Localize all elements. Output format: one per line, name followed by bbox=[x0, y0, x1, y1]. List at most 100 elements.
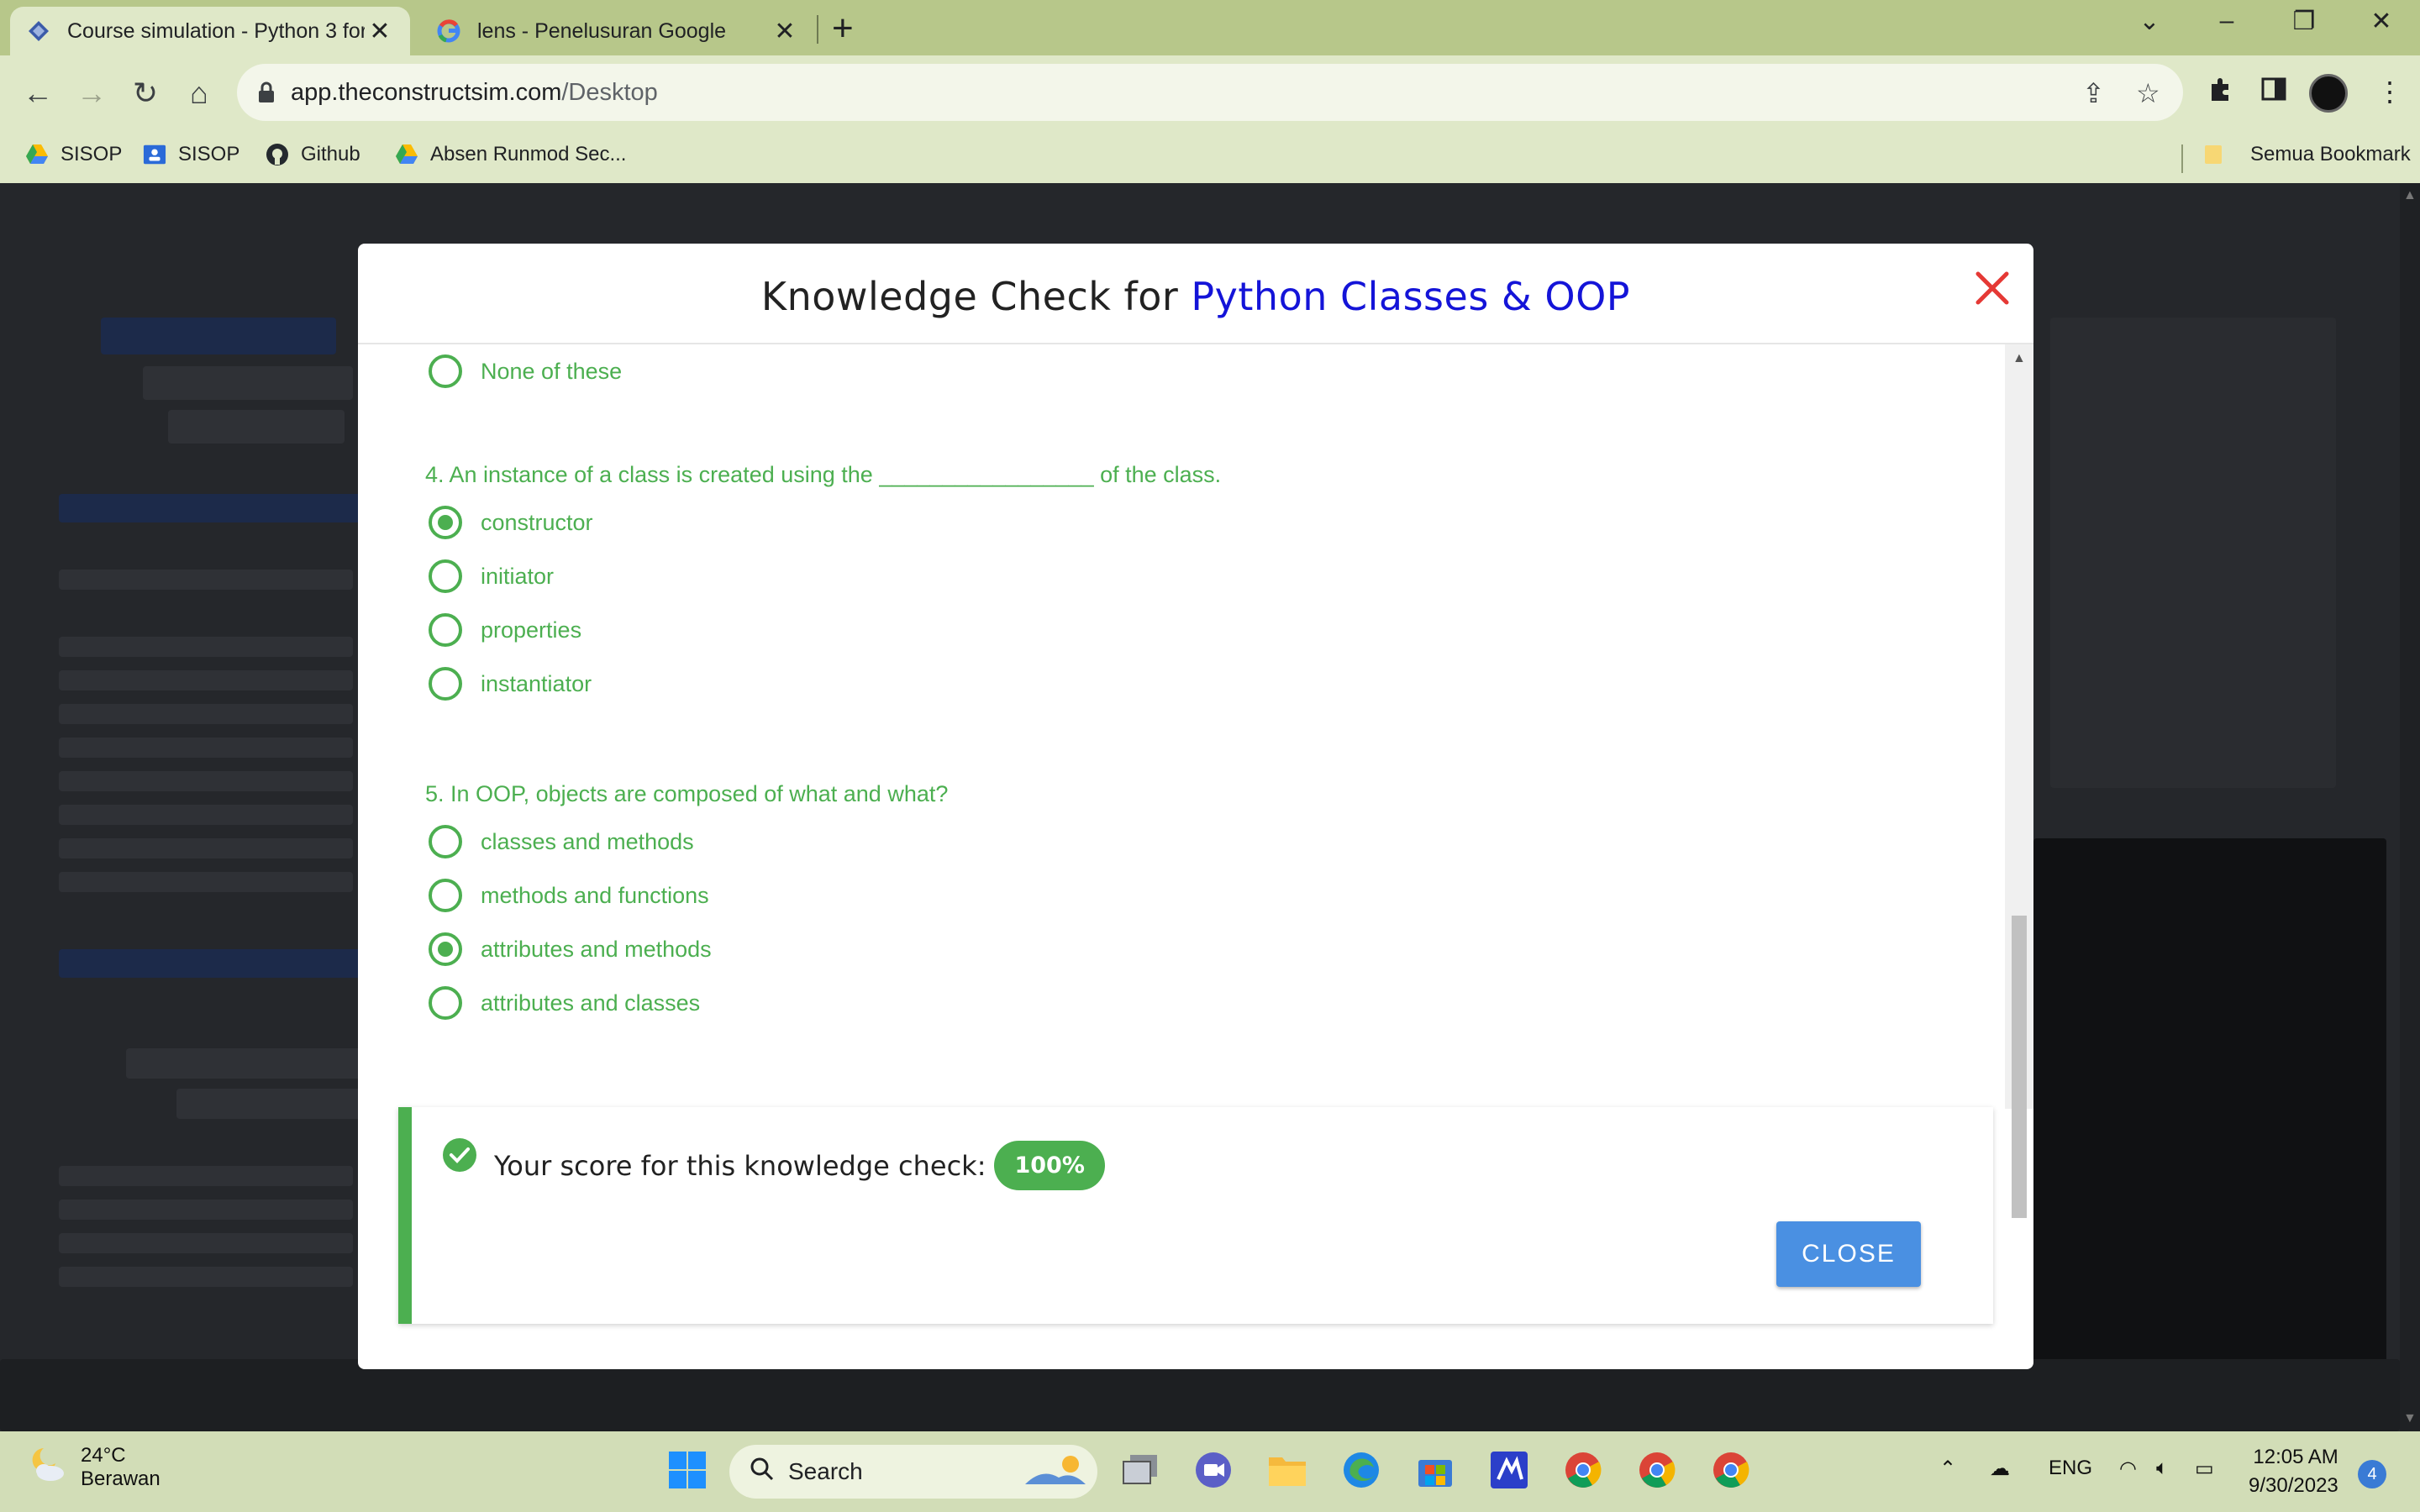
page-scrollbar[interactable]: ▲ ▼ bbox=[2400, 183, 2420, 1431]
file-explorer-icon[interactable] bbox=[1264, 1446, 1311, 1494]
chrome-profile-1-icon[interactable] bbox=[1707, 1446, 1754, 1494]
question-4-text: 4. An instance of a class is created usi… bbox=[425, 462, 1222, 487]
backdrop-block bbox=[126, 1048, 361, 1079]
close-tab-icon[interactable]: ✕ bbox=[365, 17, 395, 46]
scroll-down-icon[interactable]: ▼ bbox=[2403, 1411, 2417, 1426]
option-label: attributes and classes bbox=[481, 990, 701, 1016]
tab-search-icon[interactable]: ⌄ bbox=[2124, 7, 2175, 36]
teams-meet-icon[interactable] bbox=[1190, 1446, 1237, 1494]
forward-icon[interactable]: → bbox=[71, 72, 113, 114]
vscode-like-icon[interactable] bbox=[1486, 1446, 1533, 1494]
backdrop-block bbox=[59, 1200, 353, 1220]
tab-title: lens - Penelusuran Google bbox=[477, 18, 727, 43]
chrome-icon[interactable] bbox=[1560, 1446, 1607, 1494]
microsoft-store-icon[interactable] bbox=[1412, 1446, 1459, 1494]
taskbar-search[interactable]: Search bbox=[729, 1445, 1097, 1499]
side-panel-icon[interactable] bbox=[2260, 76, 2287, 109]
answer-option[interactable]: initiator bbox=[429, 559, 554, 593]
home-icon[interactable]: ⌂ bbox=[178, 72, 220, 114]
tab-google-lens[interactable]: lens - Penelusuran Google ✕ bbox=[420, 7, 815, 55]
radio-button[interactable] bbox=[429, 986, 462, 1020]
backdrop-block bbox=[59, 1267, 353, 1287]
bookmark-sisop-1[interactable]: SISOP bbox=[25, 143, 122, 166]
address-bar[interactable]: app.theconstructsim.com/Desktop ⇪ ☆ bbox=[237, 64, 2183, 121]
radio-button-selected[interactable] bbox=[429, 506, 462, 539]
search-icon bbox=[750, 1457, 775, 1488]
backdrop-block bbox=[59, 494, 361, 522]
radio-button[interactable] bbox=[429, 613, 462, 647]
bookmark-absen-runmod[interactable]: Absen Runmod Sec... bbox=[395, 143, 626, 166]
weather-widget[interactable]: 24°C Berawan bbox=[25, 1443, 160, 1491]
chevron-up-icon[interactable]: ⌃ bbox=[1939, 1457, 1956, 1481]
all-bookmarks[interactable]: Semua Bookmark bbox=[2202, 143, 2411, 166]
score-result-card: Your score for this knowledge check: 100… bbox=[398, 1107, 1993, 1324]
answer-option[interactable]: constructor bbox=[429, 506, 593, 539]
answer-option[interactable]: attributes and classes bbox=[429, 986, 700, 1020]
chrome-profile-p-icon[interactable] bbox=[1634, 1446, 1681, 1494]
questions-scroll-area[interactable]: None of these 4. An instance of a class … bbox=[358, 344, 2005, 1109]
new-tab-icon[interactable]: + bbox=[832, 10, 854, 47]
wifi-icon[interactable]: ◠ bbox=[2119, 1457, 2137, 1481]
answer-option[interactable]: classes and methods bbox=[429, 825, 694, 858]
restore-icon[interactable]: ❐ bbox=[2279, 7, 2329, 36]
bookmark-label: SISOP bbox=[60, 143, 123, 165]
radio-button[interactable] bbox=[429, 879, 462, 912]
back-icon[interactable]: ← bbox=[17, 72, 59, 114]
backdrop-block bbox=[59, 570, 353, 590]
lock-icon[interactable] bbox=[257, 81, 276, 108]
windows-start-icon[interactable] bbox=[664, 1446, 711, 1494]
answer-option[interactable]: attributes and methods bbox=[429, 932, 712, 966]
backdrop-block bbox=[59, 738, 353, 758]
radio-button[interactable] bbox=[429, 825, 462, 858]
bookmark-star-icon[interactable]: ☆ bbox=[2136, 77, 2160, 109]
notification-badge[interactable]: 4 bbox=[2358, 1460, 2386, 1488]
bookmark-label: Github bbox=[301, 143, 360, 165]
close-window-icon[interactable]: ✕ bbox=[2356, 7, 2407, 36]
battery-icon[interactable]: ▭ bbox=[2195, 1457, 2214, 1481]
answer-option[interactable]: None of these bbox=[429, 354, 622, 388]
google-icon bbox=[435, 18, 462, 45]
url-host: app.theconstructsim.com bbox=[291, 79, 562, 106]
radio-button[interactable] bbox=[429, 354, 462, 388]
close-tab-icon[interactable]: ✕ bbox=[770, 17, 800, 46]
answer-option[interactable]: instantiator bbox=[429, 667, 592, 701]
backdrop-block bbox=[168, 410, 345, 444]
extensions-icon[interactable] bbox=[2207, 76, 2233, 109]
tab-course-simulation[interactable]: Course simulation - Python 3 for ✕ bbox=[10, 7, 410, 55]
scroll-up-icon[interactable]: ▲ bbox=[2403, 188, 2417, 203]
clock-time: 12:05 AM bbox=[2253, 1446, 2338, 1468]
share-icon[interactable]: ⇪ bbox=[2082, 77, 2105, 109]
close-button[interactable]: CLOSE bbox=[1776, 1221, 1921, 1287]
onedrive-error-icon[interactable]: ☁ bbox=[1990, 1457, 2010, 1481]
volume-icon[interactable]: 🔈︎ bbox=[2156, 1457, 2168, 1480]
radio-button-selected[interactable] bbox=[429, 932, 462, 966]
answer-option[interactable]: methods and functions bbox=[429, 879, 709, 912]
reload-icon[interactable]: ↻ bbox=[124, 72, 166, 114]
url-path: /Desktop bbox=[561, 79, 658, 106]
search-highlight-icon bbox=[1022, 1451, 1089, 1494]
minimize-icon[interactable]: – bbox=[2202, 7, 2252, 35]
answer-option[interactable]: properties bbox=[429, 613, 581, 647]
edge-browser-icon[interactable] bbox=[1338, 1446, 1385, 1494]
language-indicator[interactable]: ENG bbox=[2049, 1457, 2092, 1480]
temperature: 24°C bbox=[81, 1443, 126, 1467]
radio-button[interactable] bbox=[429, 559, 462, 593]
scroll-up-icon[interactable]: ▲ bbox=[2012, 351, 2026, 366]
tab-strip: Course simulation - Python 3 for ✕ lens … bbox=[0, 0, 2420, 55]
scroll-thumb[interactable] bbox=[2012, 916, 2027, 1218]
close-modal-icon[interactable] bbox=[1971, 267, 2013, 309]
task-view-icon[interactable] bbox=[1118, 1446, 1165, 1494]
tab-title: Course simulation - Python 3 for bbox=[67, 18, 365, 43]
modal-header: Knowledge Check for Python Classes & OOP bbox=[358, 244, 2033, 344]
bookmark-sisop-2[interactable]: SISOP bbox=[143, 143, 239, 166]
radio-button[interactable] bbox=[429, 667, 462, 701]
backdrop-block bbox=[59, 805, 353, 825]
menu-kebab-icon[interactable]: ⋮ bbox=[2376, 76, 2403, 108]
option-label: methods and functions bbox=[481, 882, 709, 908]
option-label: properties bbox=[481, 617, 582, 643]
bookmark-github[interactable]: Github bbox=[266, 143, 360, 166]
system-clock[interactable]: 12:05 AM 9/30/2023 bbox=[2249, 1443, 2338, 1500]
option-label: constructor bbox=[481, 509, 593, 535]
backdrop-block bbox=[59, 838, 353, 858]
profile-avatar[interactable] bbox=[2309, 74, 2348, 113]
